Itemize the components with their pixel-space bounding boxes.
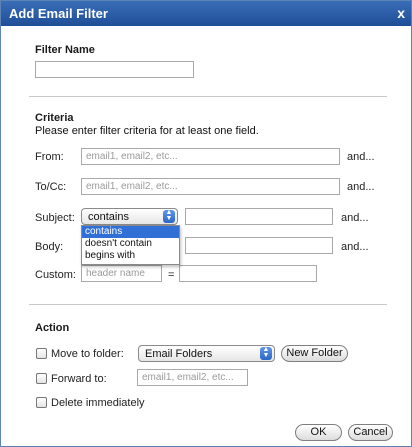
from-and-label: and... — [347, 151, 375, 163]
dropdown-option[interactable]: begins with — [82, 250, 179, 262]
cancel-button[interactable]: Cancel — [348, 424, 393, 441]
subject-operator-dropdown: contains doesn't contain begins with — [81, 225, 180, 265]
email-folders-select[interactable]: Email Folders ▲ ▼ — [138, 345, 275, 362]
custom-equals-sign: = — [168, 269, 175, 281]
dropdown-option[interactable]: doesn't contain — [82, 238, 179, 250]
forward-to-input[interactable]: email1, email2, etc... — [137, 369, 248, 386]
new-folder-button[interactable]: New Folder — [281, 345, 348, 362]
add-email-filter-dialog: Add Email Filter x Filter Name Criteria … — [0, 0, 412, 447]
dropdown-option[interactable]: contains — [82, 226, 179, 238]
subject-label: Subject: — [35, 212, 75, 224]
from-label: From: — [35, 151, 64, 163]
close-icon[interactable]: x — [397, 5, 405, 21]
body-label: Body: — [35, 241, 64, 253]
filter-name-input[interactable] — [35, 61, 194, 78]
ok-button[interactable]: OK — [295, 424, 342, 441]
subject-input[interactable] — [185, 208, 333, 225]
body-and-label: and... — [341, 241, 369, 253]
section-divider — [29, 96, 387, 97]
body-input[interactable] — [185, 237, 333, 254]
criteria-heading: Criteria — [35, 112, 74, 124]
move-to-folder-checkbox[interactable] — [36, 348, 47, 359]
dialog-title-bar: Add Email Filter x — [1, 1, 411, 26]
tocc-label: To/Cc: — [35, 181, 67, 193]
select-arrows-icon: ▲ ▼ — [260, 346, 272, 360]
subject-and-label: and... — [341, 212, 369, 224]
filter-name-heading: Filter Name — [35, 44, 95, 56]
section-divider — [29, 304, 387, 305]
email-folders-value: Email Folders — [145, 348, 213, 360]
custom-value-input[interactable] — [179, 265, 317, 282]
forward-to-checkbox[interactable] — [36, 373, 47, 384]
move-to-folder-label: Move to folder: — [51, 348, 124, 360]
subject-operator-select[interactable]: contains ▲ ▼ — [81, 208, 178, 225]
delete-immediately-checkbox[interactable] — [36, 397, 47, 408]
tocc-input[interactable]: email1, email2, etc... — [81, 178, 340, 195]
action-heading: Action — [35, 322, 70, 334]
dialog-title: Add Email Filter — [9, 6, 108, 21]
criteria-instruction: Please enter filter criteria for at leas… — [35, 125, 259, 137]
forward-to-label: Forward to: — [51, 373, 107, 385]
subject-operator-value: contains — [88, 211, 129, 223]
tocc-and-label: and... — [347, 181, 375, 193]
from-input[interactable]: email1, email2, etc... — [81, 148, 340, 165]
custom-label: Custom: — [35, 269, 76, 281]
select-arrows-icon: ▲ ▼ — [163, 209, 175, 223]
delete-immediately-label: Delete immediately — [51, 397, 145, 409]
custom-header-input[interactable]: header name — [81, 265, 162, 282]
